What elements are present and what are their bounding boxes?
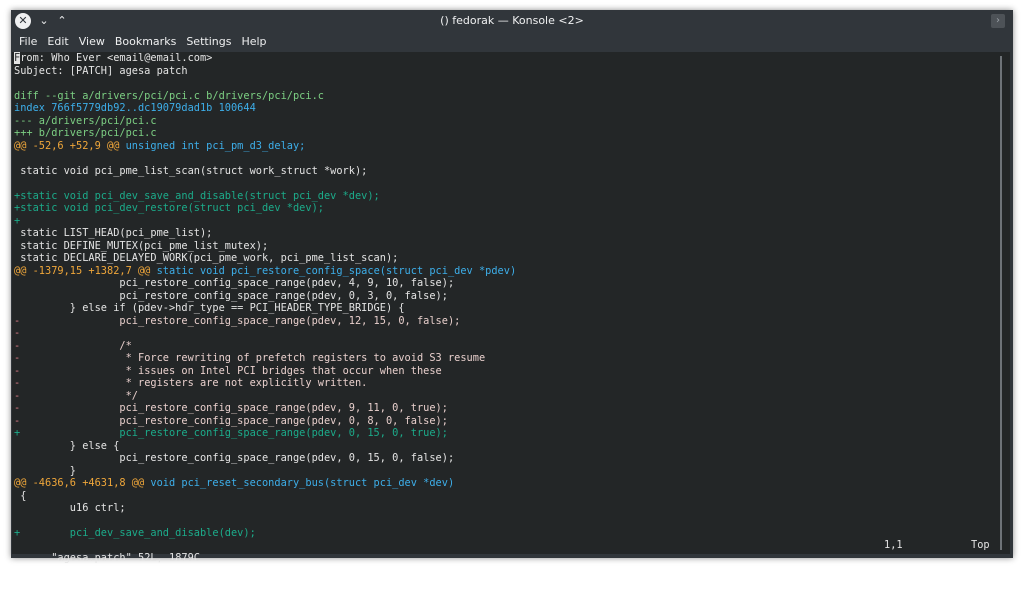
terminal-line: Subject: [PATCH] agesa patch [14,65,516,78]
terminal-line: - /* [14,340,516,353]
terminal-line: { [14,490,516,503]
terminal-line: + [14,215,516,228]
line-segment: +static void pci_dev_save_and_disable(st… [14,189,380,202]
line-segment: @@ -4636,6 +4631,8 @@ [14,477,145,489]
terminal-line: - * issues on Intel PCI bridges that occ… [14,365,516,378]
status-scroll-position: Top [971,539,990,551]
menu-settings[interactable]: Settings [181,32,236,51]
terminal-line: - pci_restore_config_space_range(pdev, 9… [14,402,516,415]
status-file-info: "agesa.patch" 52L, 1879C [51,551,200,564]
menu-bookmarks[interactable]: Bookmarks [110,32,181,51]
vim-status-line: "agesa.patch" 52L, 1879C 1,1 Top [14,539,1010,564]
terminal-line: +static void pci_dev_restore(struct pci_… [14,202,516,215]
terminal-output: From: Who Ever <email@email.com> Subject:… [14,52,516,540]
terminal-line: @@ -1379,15 +1382,7 @@ static void pci_r… [14,265,516,278]
terminal-line: - * Force rewriting of prefetch register… [14,352,516,365]
terminal-line: - */ [14,390,516,403]
terminal-line: +++ b/drivers/pci/pci.c [14,127,516,140]
terminal-line: pci_restore_config_space_range(pdev, 4, … [14,277,516,290]
terminal-line: - pci_restore_config_space_range(pdev, 0… [14,415,516,428]
line-segment: pci_restore_config_space_range(pdev, 9, … [20,402,448,414]
line-segment: +static void pci_dev_restore(struct pci_… [14,202,324,214]
line-segment: * Force rewriting of prefetch registers … [20,352,486,364]
terminal-line: - pci_restore_config_space_range(pdev, 1… [14,315,516,328]
terminal-line: From: Who Ever <email@email.com> [14,52,516,65]
line-segment: * registers are not explicitly written. [20,377,368,389]
line-segment: { [14,489,27,502]
terminal-area[interactable]: From: Who Ever <email@email.com> Subject:… [12,52,1010,564]
line-segment: u16 ctrl; [14,502,126,514]
line-segment: /* [20,339,132,352]
menu-bar: File Edit View Bookmarks Settings Help [11,32,1016,51]
terminal-line: static void pci_pme_list_scan(struct wor… [14,165,516,178]
terminal-line: + pci_restore_config_space_range(pdev, 0… [14,427,516,440]
terminal-line: - * registers are not explicitly written… [14,377,516,390]
line-segment: static DEFINE_MUTEX(pci_pme_list_mutex); [14,239,269,252]
line-segment: +++ b/drivers/pci/pci.c [14,127,157,139]
line-segment: pci_restore_config_space_range(pdev, 12,… [20,314,461,327]
line-segment: static void pci_pme_list_scan(struct wor… [14,164,368,177]
line-segment: --- a/drivers/pci/pci.c [14,114,157,127]
line-segment: + pci_restore_config_space_range(pdev, 0… [14,427,448,439]
terminal-line: u16 ctrl; [14,502,516,515]
line-segment: unsigned int pci_pm_d3_delay; [119,139,306,152]
terminal-line: index 766f5779db92..dc19079dad1b 100644 [14,102,516,115]
line-segment: */ [20,389,138,402]
line-segment: pci_restore_config_space_range(pdev, 0, … [20,414,448,427]
terminal-line: diff --git a/drivers/pci/pci.c b/drivers… [14,90,516,103]
line-segment: } [14,464,76,477]
terminal-line: pci_restore_config_space_range(pdev, 0, … [14,290,516,303]
menu-help[interactable]: Help [236,32,271,51]
terminal-line: } else if (pdev->hdr_type == PCI_HEADER_… [14,302,516,315]
line-segment: pci_restore_config_space_range(pdev, 0, … [14,452,455,464]
line-segment: static DECLARE_DELAYED_WORK(pci_pme_work… [14,252,399,264]
terminal-line: pci_restore_config_space_range(pdev, 0, … [14,452,516,465]
line-segment: diff --git a/drivers/pci/pci.c b/drivers… [14,89,324,102]
scrollbar[interactable] [1000,56,1002,550]
line-segment: @@ -52,6 +52,9 @@ [14,139,120,152]
menu-file[interactable]: File [14,32,42,51]
terminal-line: @@ -52,6 +52,9 @@ unsigned int pci_pm_d3… [14,140,516,153]
line-segment: rom: Who Ever <email@email.com> [20,52,213,64]
menu-view[interactable]: View [74,32,110,51]
line-segment: void pci_reset_secondary_bus(struct pci_… [144,477,455,489]
line-segment: pci_restore_config_space_range(pdev, 4, … [14,277,455,289]
status-cursor-position: 1,1 [884,539,903,551]
window-title: () fedorak — Konsole <2> [440,14,584,27]
title-bar: ✕ ⌄ ⌃ () fedorak — Konsole <2> › [11,10,1013,32]
line-segment: - [14,327,21,339]
terminal-line: +static void pci_dev_save_and_disable(st… [14,190,516,203]
terminal-line: @@ -4636,6 +4631,8 @@ void pci_reset_sec… [14,477,516,490]
line-segment: + pci_dev_save_and_disable(dev); [14,527,256,539]
terminal-line: --- a/drivers/pci/pci.c [14,115,516,128]
terminal-line: static LIST_HEAD(pci_pme_list); [14,227,516,240]
menu-edit[interactable]: Edit [42,32,73,51]
line-segment: static void pci_restore_config_space(str… [150,264,517,277]
terminal-line: + pci_dev_save_and_disable(dev); [14,527,516,540]
chevron-right-icon[interactable]: › [991,14,1005,28]
konsole-window: ✕ ⌄ ⌃ () fedorak — Konsole <2> › File Ed… [11,10,1016,564]
terminal-line: } [14,465,516,478]
line-segment: pci_restore_config_space_range(pdev, 0, … [14,289,448,302]
terminal-line: static DECLARE_DELAYED_WORK(pci_pme_work… [14,252,516,265]
line-segment: static LIST_HEAD(pci_pme_list); [14,227,213,239]
line-segment: + [14,214,21,227]
line-segment: Subject: [PATCH] agesa patch [14,64,188,77]
line-segment: @@ -1379,15 +1382,7 @@ [14,264,151,277]
terminal-line: - [14,327,516,340]
line-segment: index 766f5779db92..dc19079dad1b 100644 [14,102,256,114]
line-segment: * issues on Intel PCI bridges that occur… [20,364,442,377]
line-segment: } else if (pdev->hdr_type == PCI_HEADER_… [14,302,405,314]
terminal-line: } else { [14,440,516,453]
line-segment: } else { [14,439,120,452]
terminal-line: static DEFINE_MUTEX(pci_pme_list_mutex); [14,240,516,253]
